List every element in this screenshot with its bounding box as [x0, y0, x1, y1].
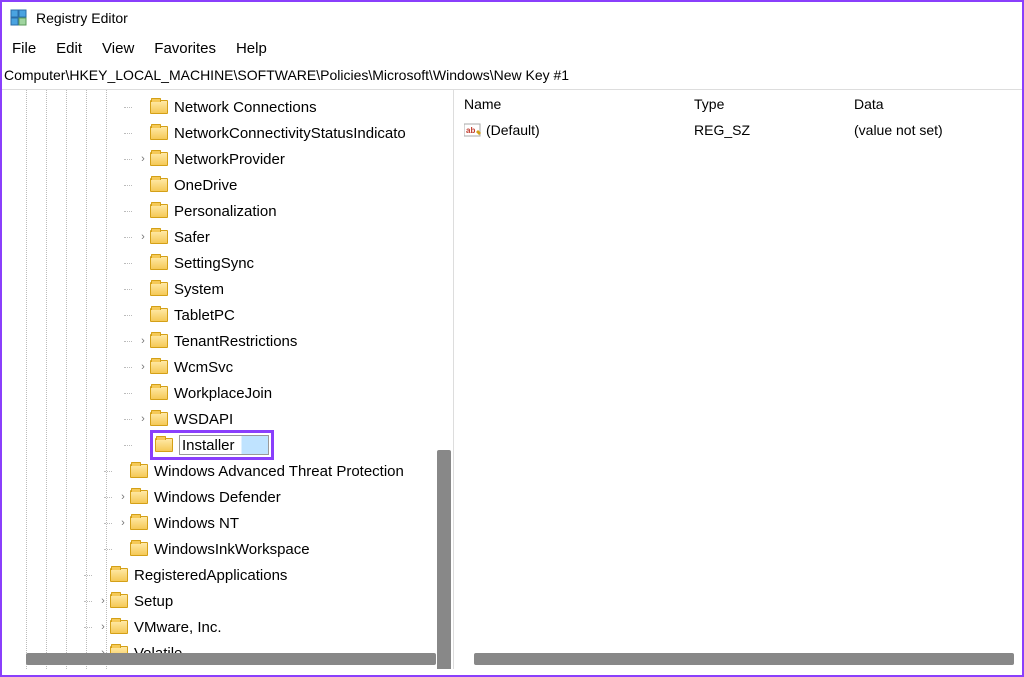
tree-vertical-scrollbar[interactable] — [437, 450, 451, 669]
folder-icon — [150, 100, 168, 114]
folder-icon — [150, 152, 168, 166]
folder-icon — [150, 204, 168, 218]
value-name: (Default) — [486, 122, 540, 138]
tree-item[interactable]: › TenantRestrictions — [2, 328, 453, 354]
tree-item[interactable]: SettingSync — [2, 250, 453, 276]
chevron-right-icon[interactable]: › — [136, 361, 150, 373]
tree-item-label: WindowsInkWorkspace — [154, 541, 310, 558]
tree-item-label: Network Connections — [174, 99, 317, 116]
folder-icon — [130, 516, 148, 530]
rename-input[interactable]: Installer — [179, 435, 269, 455]
value-type: REG_SZ — [694, 122, 854, 138]
tree-item[interactable]: Windows Advanced Threat Protection — [2, 458, 453, 484]
address-bar[interactable]: Computer\HKEY_LOCAL_MACHINE\SOFTWARE\Pol… — [2, 63, 1022, 90]
chevron-right-icon[interactable]: › — [116, 517, 130, 529]
tree-item-label: VMware, Inc. — [134, 619, 222, 636]
menu-favorites[interactable]: Favorites — [154, 40, 216, 57]
registry-editor-icon — [10, 9, 28, 27]
tree-item[interactable]: Personalization — [2, 198, 453, 224]
folder-icon — [110, 594, 128, 608]
svg-text:ab: ab — [466, 126, 475, 135]
tree-item-label: NetworkConnectivityStatusIndicato — [174, 125, 406, 142]
tree-item[interactable]: › WSDAPI — [2, 406, 453, 432]
column-type[interactable]: Type — [694, 96, 854, 112]
folder-icon — [150, 334, 168, 348]
value-data: (value not set) — [854, 122, 1012, 138]
folder-icon — [110, 568, 128, 582]
tree-item-label: Safer — [174, 229, 210, 246]
tree-item[interactable]: › Setup — [2, 588, 453, 614]
chevron-right-icon[interactable]: › — [136, 231, 150, 243]
menubar: File Edit View Favorites Help — [2, 34, 1022, 63]
tree-item[interactable]: OneDrive — [2, 172, 453, 198]
tree-item[interactable]: › Safer — [2, 224, 453, 250]
tree-item-label: Personalization — [174, 203, 277, 220]
tree-item[interactable]: Installer — [2, 432, 453, 458]
chevron-right-icon[interactable]: › — [96, 595, 110, 607]
list-row[interactable]: ab (Default) REG_SZ (value not set) — [454, 118, 1022, 142]
tree-item-label: Windows NT — [154, 515, 239, 532]
tree-item[interactable]: › WcmSvc — [2, 354, 453, 380]
folder-icon — [150, 282, 168, 296]
tree-item-label: OneDrive — [174, 177, 237, 194]
tree-item-label: TenantRestrictions — [174, 333, 297, 350]
tree-item[interactable]: › Windows Defender — [2, 484, 453, 510]
tree-item-label: SettingSync — [174, 255, 254, 272]
tree-item-label: RegisteredApplications — [134, 567, 287, 584]
tree-item[interactable]: System — [2, 276, 453, 302]
tree-item-label: System — [174, 281, 224, 298]
values-horizontal-scrollbar[interactable] — [474, 653, 1014, 665]
menu-file[interactable]: File — [12, 40, 36, 57]
folder-icon — [150, 256, 168, 270]
menu-view[interactable]: View — [102, 40, 134, 57]
tree-item[interactable]: WindowsInkWorkspace — [2, 536, 453, 562]
tree-item-label: Windows Advanced Threat Protection — [154, 463, 404, 480]
tree-item[interactable]: Network Connections — [2, 94, 453, 120]
folder-icon — [150, 360, 168, 374]
list-header: Name Type Data — [454, 90, 1022, 118]
folder-icon — [155, 438, 173, 452]
tree-item-label: NetworkProvider — [174, 151, 285, 168]
values-pane: Name Type Data ab (Default) REG_SZ (valu… — [454, 90, 1022, 669]
tree-item-label: WcmSvc — [174, 359, 233, 376]
tree-item[interactable]: NetworkConnectivityStatusIndicato — [2, 120, 453, 146]
chevron-right-icon[interactable]: › — [96, 621, 110, 633]
tree-item[interactable]: WorkplaceJoin — [2, 380, 453, 406]
tree-item[interactable]: RegisteredApplications — [2, 562, 453, 588]
folder-icon — [150, 308, 168, 322]
string-value-icon: ab — [464, 122, 482, 138]
folder-icon — [150, 178, 168, 192]
folder-icon — [150, 230, 168, 244]
tree-item[interactable]: › NetworkProvider — [2, 146, 453, 172]
tree-item[interactable]: TabletPC — [2, 302, 453, 328]
folder-icon — [150, 126, 168, 140]
column-name[interactable]: Name — [464, 96, 694, 112]
titlebar: Registry Editor — [2, 2, 1022, 34]
tree-item-label: WorkplaceJoin — [174, 385, 272, 402]
chevron-right-icon[interactable]: › — [136, 153, 150, 165]
tree-item-label: WSDAPI — [174, 411, 233, 428]
tree-item[interactable]: › VMware, Inc. — [2, 614, 453, 640]
folder-icon — [150, 386, 168, 400]
tree-item-label: Windows Defender — [154, 489, 281, 506]
chevron-right-icon[interactable]: › — [136, 413, 150, 425]
tree-horizontal-scrollbar[interactable] — [26, 653, 436, 665]
window-title: Registry Editor — [36, 10, 128, 26]
rename-highlight: Installer — [150, 430, 274, 460]
folder-icon — [110, 620, 128, 634]
tree-item-label: Setup — [134, 593, 173, 610]
folder-icon — [130, 542, 148, 556]
folder-icon — [150, 412, 168, 426]
folder-icon — [130, 490, 148, 504]
chevron-right-icon[interactable]: › — [136, 335, 150, 347]
column-data[interactable]: Data — [854, 96, 1012, 112]
tree-item[interactable]: › Windows NT — [2, 510, 453, 536]
menu-edit[interactable]: Edit — [56, 40, 82, 57]
menu-help[interactable]: Help — [236, 40, 267, 57]
chevron-right-icon[interactable]: › — [116, 491, 130, 503]
folder-icon — [130, 464, 148, 478]
content-area: Network Connections NetworkConnectivitySt… — [2, 90, 1022, 669]
tree-pane: Network Connections NetworkConnectivitySt… — [2, 90, 454, 669]
tree-item-label: TabletPC — [174, 307, 235, 324]
